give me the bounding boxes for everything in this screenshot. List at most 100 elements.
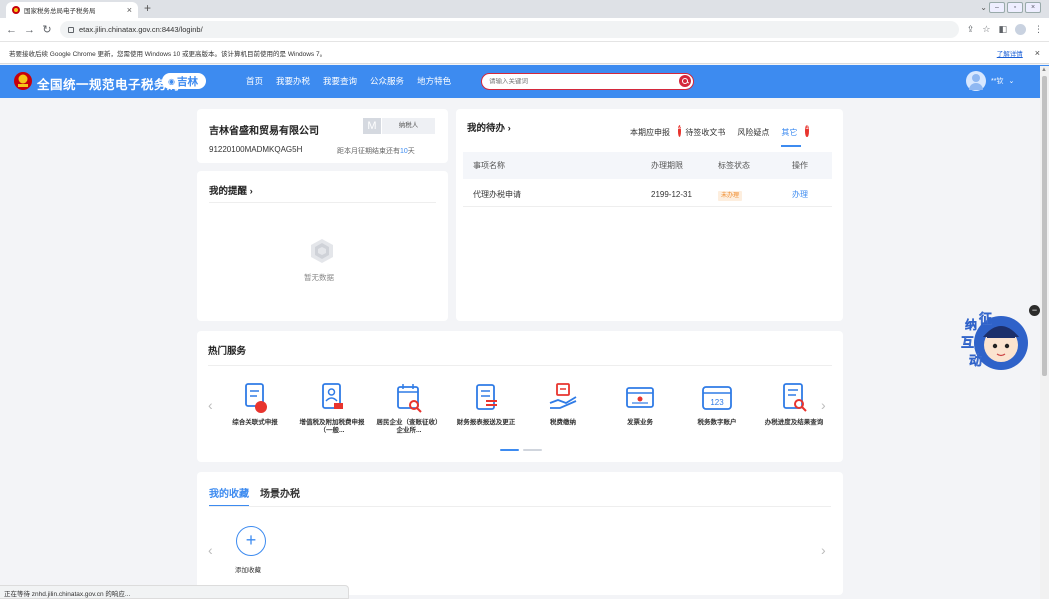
search-input[interactable] [489, 78, 669, 85]
todo-title[interactable]: 我的待办 › [467, 120, 511, 134]
user-name: **钦 [991, 78, 1004, 85]
tab-close-icon[interactable]: × [127, 5, 132, 15]
close-window-icon[interactable]: × [1025, 2, 1041, 13]
user-menu[interactable]: **钦 ⌄ [966, 71, 1014, 91]
service-label: 综合关联式申报 [232, 419, 278, 426]
service-label: 税务数字账户 [697, 419, 737, 426]
favorites-card: 我的收藏 场景办税 ‹ › + 添加收藏 [197, 472, 843, 595]
row-deadline: 2199-12-31 [651, 190, 692, 199]
reminder-arrow-icon: › [249, 186, 253, 197]
pager-dot[interactable] [523, 449, 542, 451]
add-favorite-button[interactable]: + [236, 526, 266, 556]
tab-label: 本期应申报 [630, 128, 670, 137]
nav-public-service[interactable]: 公众服务 [370, 75, 404, 87]
carousel-prev-icon[interactable]: ‹ [208, 397, 213, 413]
pager-dot[interactable] [500, 449, 519, 451]
nav-local-feature[interactable]: 地方特色 [417, 75, 451, 87]
favorites-prev-icon[interactable]: ‹ [208, 542, 213, 558]
browser-tab[interactable]: 国家税务总局电子税务局 × [6, 2, 138, 18]
toolbar-actions: ⇪ ☆ ◧ ⋮ [967, 24, 1043, 35]
service-label: 增值税及附加税费申报（一般... [299, 419, 365, 434]
menu-kebab-icon[interactable]: ⋮ [1034, 24, 1043, 35]
side-panel-icon[interactable]: ◧ [998, 24, 1007, 35]
reminder-card: 我的提醒 › 暂无数据 [197, 171, 448, 321]
favorites-next-icon[interactable]: › [821, 542, 826, 558]
tab-risk-doubts[interactable]: 风险疑点 [737, 127, 769, 147]
nav-query[interactable]: 我要查询 [323, 75, 357, 87]
tax-payment-icon [549, 383, 577, 409]
col-status: 标签状态 [718, 161, 750, 170]
address-bar[interactable]: etax.jilin.chinatax.gov.cn:8443/loginb/ [60, 21, 959, 38]
service-item[interactable]: 居民企业（查账征收）企业所... [374, 381, 444, 435]
helper-char: 互 [961, 336, 974, 351]
service-label: 居民企业（查账征收）企业所... [376, 419, 442, 434]
region-selector[interactable]: ◉ 吉林 [162, 73, 206, 89]
search-icon[interactable] [679, 75, 691, 87]
profile-icon[interactable] [1015, 24, 1026, 35]
service-item[interactable]: 增值税及附加税费申报（一般... [297, 381, 367, 435]
tax-emblem-icon [14, 72, 32, 90]
carousel-pager [500, 449, 542, 451]
site-header: 全国统一规范电子税务局 ◉ 吉林 首页 我要办税 我要查询 公众服务 地方特色 … [0, 65, 1049, 98]
infobar-close-icon[interactable]: × [1035, 48, 1040, 58]
divider [208, 365, 832, 366]
scrollbar-thumb[interactable] [1042, 76, 1047, 376]
person-doc-icon [322, 383, 343, 409]
nav-handle-tax[interactable]: 我要办税 [276, 75, 310, 87]
tab-my-favorites[interactable]: 我的收藏 [209, 485, 249, 507]
tab-label: 风险疑点 [737, 128, 770, 137]
add-favorite-label: 添加收藏 [235, 567, 261, 574]
restore-icon[interactable]: ▫ [1007, 2, 1023, 13]
hot-services-card: 热门服务 ‹ › 综合关联式申报 增值税及附加税费申报（一般... 居民企业（查… [197, 331, 843, 462]
site-title[interactable]: 全国统一规范电子税务局 [37, 74, 180, 93]
address-url: etax.jilin.chinatax.gov.cn:8443/loginb/ [79, 25, 203, 34]
new-tab-button[interactable]: + [144, 1, 151, 15]
service-item[interactable]: 税费缴纳 [528, 381, 598, 427]
service-item[interactable]: 综合关联式申报 [220, 381, 290, 427]
deadline-suffix: 天 [407, 148, 415, 155]
helper-char: 纳 [965, 317, 977, 332]
share-icon[interactable]: ⇪ [967, 24, 975, 35]
window-controls: – ▫ × [989, 2, 1041, 13]
reminder-title-text: 我的提醒 [209, 186, 248, 197]
deadline-prefix: 距本月征期结束还有 [337, 148, 400, 155]
bookmark-star-icon[interactable]: ☆ [982, 24, 990, 35]
calendar-search-icon [397, 384, 422, 413]
row-item-name: 代理办税申请 [473, 190, 521, 199]
forward-icon[interactable]: → [24, 24, 35, 36]
col-item-name: 事项名称 [473, 161, 505, 170]
todo-tabs: 本期应申报 2 待签收文书 风险疑点 其它 1 [630, 125, 809, 147]
empty-text: 暂无数据 [304, 273, 334, 282]
divider [209, 506, 831, 507]
helper-char: 征 [979, 311, 992, 327]
tab-search-chevron-icon[interactable]: ⌄ [980, 3, 987, 12]
handle-link[interactable]: 办理 [792, 183, 808, 207]
page-scrollbar[interactable]: ▲ [1040, 66, 1049, 599]
helper-close-icon[interactable]: − [1029, 305, 1040, 316]
search-box [481, 73, 694, 90]
interactive-helper-widget[interactable]: 纳 征 互 动 [957, 309, 1029, 373]
service-label: 办税进度及结果查询 [764, 419, 824, 426]
learn-more-link[interactable]: 了解详情 [997, 48, 1023, 58]
reload-icon[interactable]: ↻ [42, 23, 52, 36]
reminder-title[interactable]: 我的提醒 › [209, 183, 253, 197]
todo-table-header: 事项名称 办理期限 标签状态 操作 [463, 152, 832, 179]
divider [209, 202, 436, 203]
tab-current-declaration[interactable]: 本期应申报 2 [630, 125, 682, 147]
tab-scenario-tax[interactable]: 场景办税 [260, 485, 300, 507]
nav-home[interactable]: 首页 [246, 75, 263, 87]
user-avatar-icon [966, 71, 986, 91]
tab-other[interactable]: 其它 1 [781, 125, 809, 147]
col-deadline: 办理期限 [651, 161, 683, 170]
service-label: 财务报表报送及更正 [456, 419, 516, 426]
back-icon[interactable]: ← [6, 24, 17, 36]
service-item[interactable]: 财务报表报送及更正 [451, 381, 521, 427]
service-item[interactable]: 发票业务 [605, 381, 675, 427]
minimize-icon[interactable]: – [989, 2, 1005, 13]
service-item[interactable]: 办税进度及结果查询 [759, 381, 829, 427]
scroll-up-icon[interactable]: ▲ [1041, 67, 1047, 73]
company-card: 吉林省盛和贸易有限公司 M 纳税人 91220100MADMKQAG5H 距本月… [197, 109, 448, 163]
service-item[interactable]: 123 税务数字账户 [682, 381, 752, 427]
tab-documents-to-sign[interactable]: 待签收文书 [685, 127, 725, 147]
count-badge: 2 [678, 125, 682, 137]
